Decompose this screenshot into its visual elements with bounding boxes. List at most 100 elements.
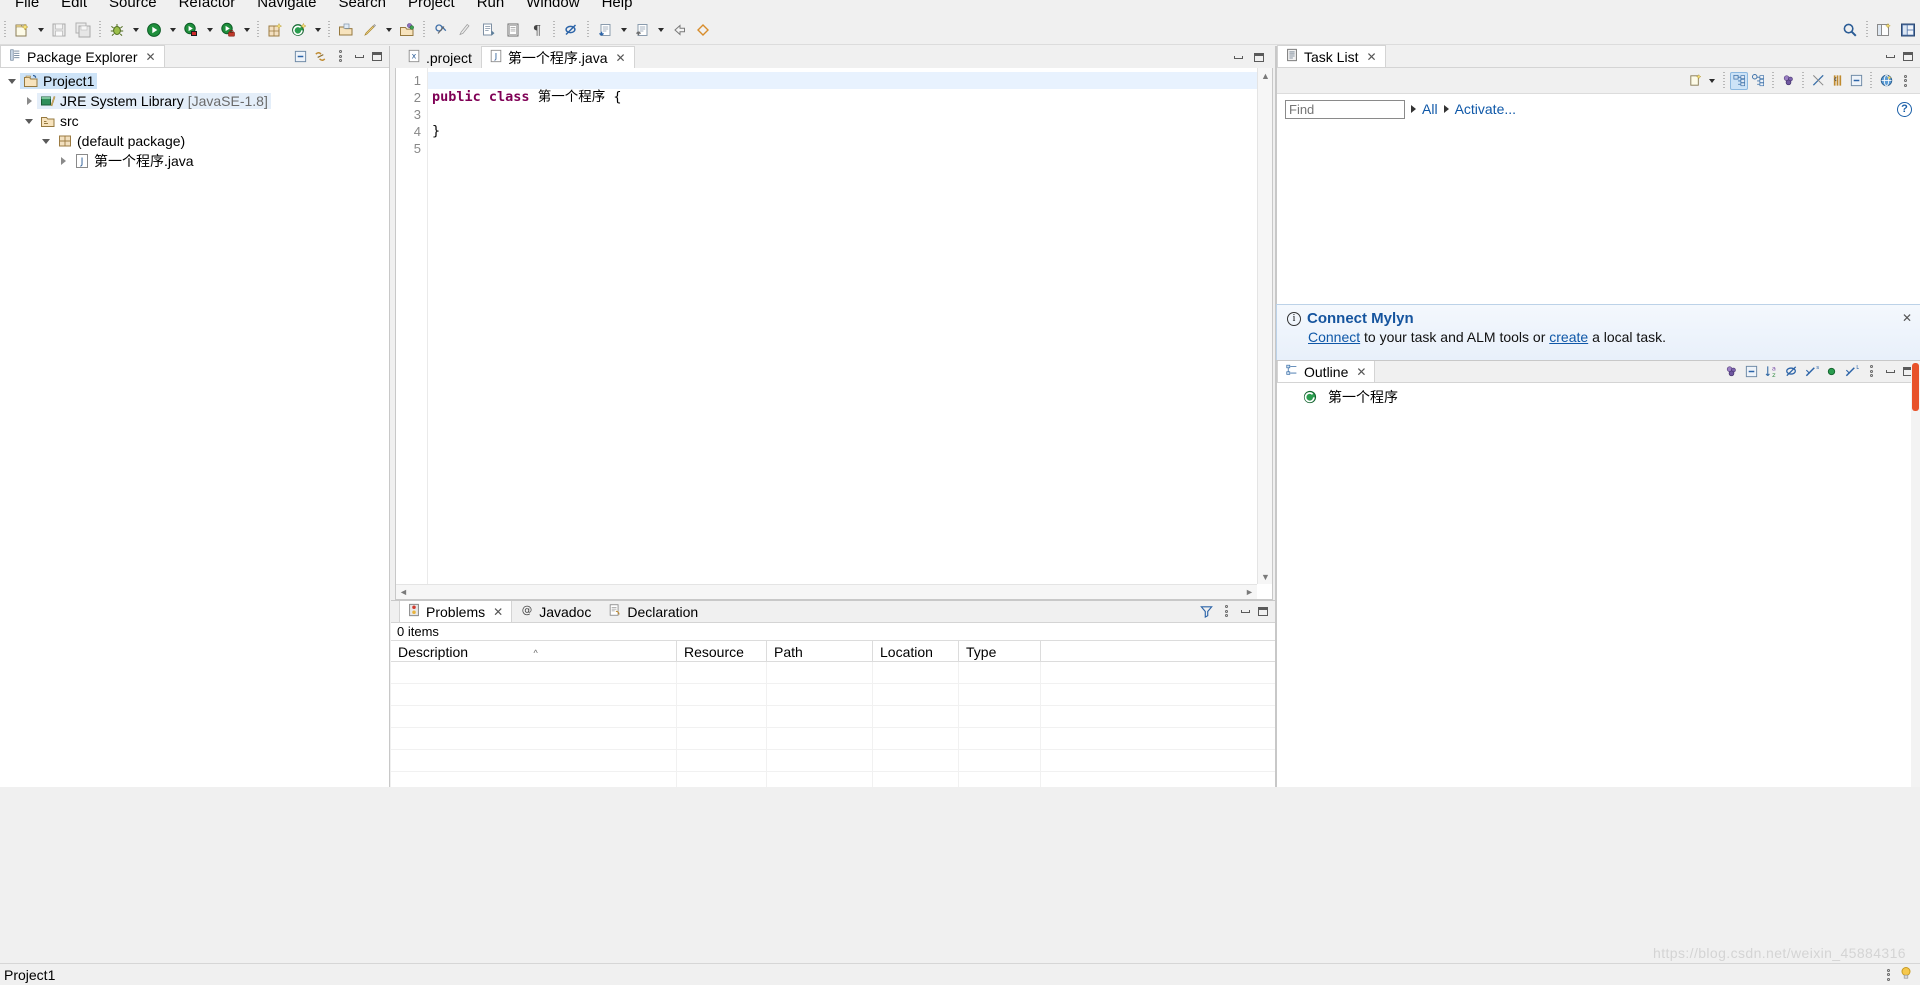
search-icon[interactable] <box>1838 18 1862 42</box>
view-menu-icon[interactable] <box>331 47 349 65</box>
tree-item[interactable]: Project1 <box>0 71 389 91</box>
scroll-up-arrow[interactable]: ▲ <box>1258 68 1273 83</box>
outline-tree[interactable]: 第一个程序 <box>1277 383 1920 787</box>
close-icon[interactable]: ✕ <box>1356 365 1366 379</box>
new-annotation-icon[interactable] <box>358 18 382 42</box>
editor-horizontal-scrollbar[interactable]: ◄ ► <box>396 584 1257 599</box>
find-input[interactable] <box>1285 99 1405 119</box>
right-sash[interactable] <box>1275 46 1276 787</box>
debug-icon[interactable] <box>105 18 129 42</box>
minimize-button[interactable] <box>1230 49 1246 65</box>
new-java-class-icon[interactable] <box>287 18 311 42</box>
minimize-button[interactable] <box>1882 363 1898 379</box>
all-filter-link[interactable]: All <box>1422 101 1438 117</box>
minimize-button[interactable] <box>1237 603 1253 619</box>
scroll-down-arrow[interactable]: ▼ <box>1258 569 1273 584</box>
save-all-icon[interactable] <box>71 18 95 42</box>
table-row[interactable] <box>391 706 1275 728</box>
debug-dropdown-arrow[interactable] <box>129 18 142 42</box>
categorized-presentation-icon[interactable] <box>1730 71 1748 90</box>
tree-item[interactable]: src <box>0 111 389 131</box>
scroll-right-arrow[interactable]: ► <box>1242 585 1257 600</box>
minimize-button[interactable] <box>351 48 367 64</box>
maximize-button[interactable] <box>369 48 385 64</box>
open-task-icon[interactable] <box>395 18 419 42</box>
skip-breakpoints-icon[interactable] <box>429 18 453 42</box>
column-header-resource[interactable]: Resource <box>677 641 767 661</box>
tree-item[interactable]: (default package) <box>0 131 389 151</box>
create-link[interactable]: create <box>1549 329 1588 345</box>
run-as-server-icon[interactable] <box>179 18 203 42</box>
chevron-right-icon[interactable] <box>21 93 37 109</box>
help-icon[interactable]: ? <box>1897 101 1912 117</box>
close-icon[interactable]: ✕ <box>146 50 156 64</box>
tab-project-file[interactable]: x .project <box>399 46 481 68</box>
toggle-mark-occurrences-icon[interactable]: ¶ <box>525 18 549 42</box>
hide-static-icon[interactable]: s <box>1802 362 1820 380</box>
tab-javadoc[interactable]: @ Javadoc <box>512 600 601 622</box>
menu-item-run[interactable]: Run <box>466 0 516 16</box>
problems-table-body[interactable] <box>391 662 1275 787</box>
tab-task-list[interactable]: Task List ✕ <box>1277 45 1386 67</box>
table-row[interactable] <box>391 750 1275 772</box>
maximize-button[interactable] <box>1251 49 1267 65</box>
close-icon[interactable]: ✕ <box>493 605 503 619</box>
sort-icon[interactable]: az <box>1762 362 1780 380</box>
back-icon[interactable] <box>593 18 617 42</box>
chevron-down-icon[interactable] <box>38 133 54 149</box>
restore-icon[interactable] <box>1847 72 1865 90</box>
pin-editor-icon[interactable] <box>691 18 715 42</box>
tab-declaration[interactable]: Declaration <box>600 600 708 622</box>
hide-local-types-icon[interactable]: L <box>1842 362 1860 380</box>
menu-item-help[interactable]: Help <box>591 0 644 16</box>
menu-item-project[interactable]: Project <box>397 0 466 16</box>
open-repositories-icon[interactable] <box>1877 72 1895 90</box>
forward-icon[interactable] <box>630 18 654 42</box>
forward-dropdown-arrow[interactable] <box>654 18 667 42</box>
task-list-content[interactable] <box>1277 122 1920 304</box>
synchronize-changed-icon[interactable] <box>1809 72 1827 90</box>
outline-scrollbar[interactable] <box>1911 361 1920 787</box>
new-java-package-icon[interactable] <box>263 18 287 42</box>
collapse-all-icon[interactable] <box>1828 72 1846 90</box>
menu-item-edit[interactable]: Edit <box>50 0 98 16</box>
collapse-all-icon[interactable] <box>1742 362 1760 380</box>
outline-scroll-thumb[interactable] <box>1912 363 1919 411</box>
coverage-icon[interactable] <box>216 18 240 42</box>
view-menu-icon[interactable] <box>1896 72 1914 90</box>
menu-item-source[interactable]: Source <box>98 0 168 16</box>
open-perspective-icon[interactable] <box>1872 18 1896 42</box>
close-icon[interactable]: ✕ <box>616 51 626 65</box>
menu-item-refactor[interactable]: Refactor <box>168 0 247 16</box>
back-dropdown-arrow[interactable] <box>617 18 630 42</box>
chevron-right-icon[interactable] <box>55 153 71 169</box>
table-row[interactable] <box>391 684 1275 706</box>
tab-java-file[interactable]: J 第一个程序.java ✕ <box>480 46 635 68</box>
outline-item[interactable]: 第一个程序 <box>1277 387 1920 407</box>
run-icon[interactable] <box>142 18 166 42</box>
previous-annotation-icon[interactable] <box>501 18 525 42</box>
column-header-path[interactable]: Path <box>767 641 873 661</box>
focus-on-workweek-icon[interactable] <box>1779 72 1797 90</box>
tree-item[interactable]: JRE System Library [JavaSE-1.8] <box>0 91 389 111</box>
package-explorer-tree[interactable]: Project1 JRE System Library [JavaSE-1.8] s… <box>0 68 389 787</box>
all-dropdown-arrow[interactable] <box>1411 105 1416 113</box>
tab-problems[interactable]: Problems ✕ <box>399 600 513 622</box>
column-header-description[interactable]: Description ^ <box>391 641 677 661</box>
close-icon[interactable]: ✕ <box>1902 311 1912 325</box>
filter-icon[interactable] <box>1197 602 1215 620</box>
new-task-icon[interactable] <box>1686 72 1704 90</box>
last-edit-location-icon[interactable] <box>667 18 691 42</box>
link-with-editor-icon[interactable] <box>311 47 329 65</box>
editor-vertical-scrollbar[interactable]: ▲ ▼ <box>1257 68 1272 584</box>
java-perspective-icon[interactable] <box>1896 18 1920 42</box>
minimize-button[interactable] <box>1882 48 1898 64</box>
code-text-area[interactable]: public class 第一个程序 { } <box>428 68 1272 599</box>
connect-link[interactable]: Connect <box>1308 329 1360 345</box>
new-annotation-dropdown-arrow[interactable] <box>382 18 395 42</box>
table-row[interactable] <box>391 728 1275 750</box>
coverage-dropdown-arrow[interactable] <box>240 18 253 42</box>
new-task-dropdown-arrow[interactable] <box>1705 69 1718 93</box>
tab-package-explorer[interactable]: Package Explorer ✕ <box>0 45 165 67</box>
new-wizard-icon[interactable] <box>10 18 34 42</box>
